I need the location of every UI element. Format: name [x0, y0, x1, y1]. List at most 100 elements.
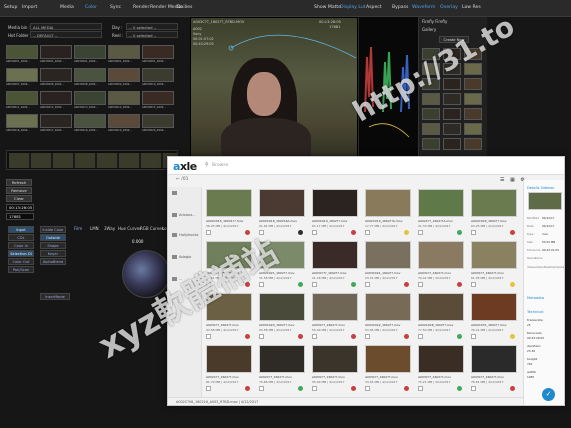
grade-shape-button[interactable]: Shape [40, 242, 66, 249]
media-thumbnail[interactable]: A003C001_1602... [74, 45, 106, 67]
file-card[interactable]: A003C??_1602??.mov 75.21 MB | 4/12/2017 [418, 345, 464, 395]
grade-tab-lo[interactable]: Lo [162, 226, 167, 231]
grade-tab-hue-curves[interactable]: Hue Curves [118, 226, 141, 231]
file-select-checkbox[interactable] [365, 386, 370, 391]
gallery-still[interactable] [422, 138, 440, 150]
status-dot[interactable] [457, 230, 462, 235]
status-dot[interactable] [510, 334, 515, 339]
insert-node-button[interactable]: InsertNode [40, 293, 70, 300]
file-card[interactable]: A002C028_1602??.mov 77.50 MB | 4/12/2017 [418, 293, 464, 343]
menu-render[interactable]: Render [133, 5, 149, 10]
menu-color[interactable]: Color [85, 5, 97, 10]
file-select-checkbox[interactable] [312, 282, 317, 287]
folder-item[interactable]: Hollyhocks [172, 233, 202, 243]
media-thumbnail[interactable]: A003C012_1602... [40, 91, 72, 113]
file-select-checkbox[interactable] [471, 334, 476, 339]
grade-color-out-button[interactable]: Color Out [8, 258, 34, 265]
media-thumbnail[interactable]: A003C018_1602... [74, 114, 106, 136]
gallery-still[interactable] [443, 108, 461, 120]
confirm-action-button[interactable]: ✓ [542, 388, 555, 401]
media-thumbnail[interactable]: A003C008_1602... [74, 68, 106, 90]
gallery-still[interactable] [464, 123, 482, 135]
status-dot[interactable] [245, 386, 250, 391]
hot-folder-select[interactable]: -- DEFAULT -- [30, 31, 102, 38]
metadata-title[interactable]: Metadata [527, 296, 544, 300]
gallery-still[interactable] [464, 93, 482, 105]
reel-select[interactable]: -- 0 selected -- [126, 31, 178, 38]
file-card[interactable]: A002C019_1602??A.mov 17.77 MB | 4/12/2017 [365, 189, 411, 239]
gallery-still[interactable] [443, 138, 461, 150]
grade-tab-rgb-curves[interactable]: RGB Curves [140, 226, 164, 231]
menu-import[interactable]: Import [22, 5, 37, 10]
media-thumbnail[interactable]: A003C009_1602... [108, 68, 140, 90]
status-dot[interactable] [351, 386, 356, 391]
grid-view-icon[interactable]: ▦ [510, 177, 517, 183]
file-select-checkbox[interactable] [471, 230, 476, 235]
file-card[interactable]: A002C018_160216A.mov 91.62 MB | 4/12/2017 [259, 189, 305, 239]
file-select-checkbox[interactable] [418, 282, 423, 287]
status-dot[interactable] [404, 334, 409, 339]
gallery-still[interactable] [464, 78, 482, 90]
grade-selection-di-button[interactable]: Selection DI [8, 250, 34, 257]
file-select-checkbox[interactable] [206, 334, 211, 339]
technical-title[interactable]: Technical [527, 310, 544, 314]
status-dot[interactable] [510, 282, 515, 287]
list-view-icon[interactable]: ☰ [500, 177, 506, 183]
media-bin-select[interactable]: ALL MEDIA [30, 23, 102, 30]
file-card[interactable]: A002C019_1602??.mov 61.17 MB | 4/12/2017 [312, 189, 358, 239]
file-card[interactable]: A002C??_1602??A.mov 21.33 MB | 4/12/2017 [418, 189, 464, 239]
file-select-checkbox[interactable] [418, 386, 423, 391]
file-card[interactable]: A003C024_1602??.mov 93.58 MB | 4/12/2017 [259, 293, 305, 343]
remove-button[interactable]: Remove [6, 187, 32, 194]
gallery-still[interactable] [422, 108, 440, 120]
grade-keyer-button[interactable]: Keyer [40, 250, 66, 257]
status-dot[interactable] [510, 386, 515, 391]
folder-item[interactable]: Arizona.. [172, 213, 202, 223]
media-thumbnail[interactable]: A003C001_1602... [40, 45, 72, 67]
media-thumbnail[interactable]: A003C001_1602... [6, 45, 38, 67]
day-select[interactable]: -- 0 selected -- [126, 23, 178, 30]
file-card[interactable]: A003C??_1602??.mov 79.41 MB | 4/12/2017 [418, 241, 464, 291]
gallery-still[interactable] [422, 93, 440, 105]
grade-tab-3way[interactable]: 3Way [104, 226, 115, 231]
clear-button[interactable]: Clear [6, 195, 32, 202]
status-dot[interactable] [351, 230, 356, 235]
folder-item[interactable] [172, 191, 202, 201]
file-card[interactable]: A002C??_1602??.mov 81.79 MB | 4/12/2017 [206, 345, 252, 395]
media-thumbnail[interactable]: A003C019_1602... [108, 114, 140, 136]
file-card[interactable]: A003C022_1602??.mov 53.95 MB | 4/12/2017 [365, 293, 411, 343]
filmstrip-timeline[interactable] [6, 150, 178, 170]
menu-show-matte[interactable]: Show Matte [314, 5, 341, 10]
file-card[interactable]: A003C??_1602??.mov 55.09 MB | 4/12/2017 [312, 293, 358, 343]
file-card[interactable]: A002C??_1602??.mov 75.66 MB | 4/12/2017 [259, 345, 305, 395]
status-dot[interactable] [457, 334, 462, 339]
gallery-still[interactable] [443, 123, 461, 135]
media-thumbnail[interactable]: A003C016_1602... [6, 114, 38, 136]
grade-inside-color-button[interactable]: Inside Color [40, 226, 66, 233]
file-card[interactable]: A003C??_1602??.mov 55.09 MB | 4/12/2017 [312, 345, 358, 395]
menu-dailies[interactable]: Dailies [177, 5, 192, 10]
gallery-still[interactable] [422, 123, 440, 135]
file-select-checkbox[interactable] [206, 230, 211, 235]
grade-alphablend-button[interactable]: AlphaBlend [40, 258, 66, 265]
status-dot[interactable] [510, 230, 515, 235]
grade-input-button[interactable]: Input [8, 226, 34, 233]
axle-search-input[interactable]: Browse [202, 161, 522, 171]
file-card[interactable]: A003C??_1602??.mov 33.05 MB | 4/12/2017 [365, 345, 411, 395]
status-dot[interactable] [245, 334, 250, 339]
file-select-checkbox[interactable] [312, 386, 317, 391]
media-thumbnail[interactable]: A003C007_1602... [6, 68, 38, 90]
menu-waveform[interactable]: Waveform [412, 5, 435, 10]
media-thumbnail[interactable]: A003C013_1602... [74, 91, 106, 113]
file-card[interactable]: A002C031_1602??.mov 76.41 MB | 4/12/2017 [471, 293, 517, 343]
axle-breadcrumb[interactable]: ← /01 [176, 177, 188, 182]
gallery-still[interactable] [464, 108, 482, 120]
file-card[interactable]: A002C015_16021??.mov 56.25 MB | 4/12/2017 [206, 189, 252, 239]
file-select-checkbox[interactable] [471, 386, 476, 391]
status-dot[interactable] [404, 230, 409, 235]
menu-aspect[interactable]: Aspect [366, 5, 382, 10]
media-thumbnail[interactable]: A003C014_1602... [108, 91, 140, 113]
file-select-checkbox[interactable] [259, 282, 264, 287]
menu-sync[interactable]: Sync [110, 5, 121, 10]
video-viewer[interactable]: A003C??_1602??_R?BD.MOV A002 Sony 00:01:… [190, 17, 358, 167]
